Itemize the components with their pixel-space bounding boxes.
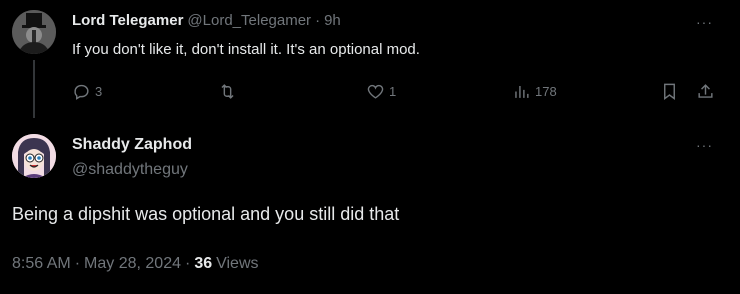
- like-button[interactable]: 1: [366, 82, 396, 101]
- thread-line: [33, 60, 35, 118]
- reply-count: 3: [95, 84, 103, 99]
- tweet-avatar[interactable]: [12, 134, 56, 178]
- views-button[interactable]: 178: [512, 82, 557, 101]
- tweet-views-label[interactable]: Views: [216, 255, 258, 273]
- tweet-handle[interactable]: @shaddytheguy: [72, 161, 188, 179]
- bookmark-button[interactable]: [660, 82, 679, 101]
- bookmark-icon: [664, 83, 675, 101]
- reply-display-name[interactable]: Lord Telegamer: [72, 12, 183, 29]
- tweet-date[interactable]: May 28, 2024: [84, 255, 181, 273]
- reply-handle[interactable]: @Lord_Telegamer: [187, 12, 311, 29]
- reply-more-icon[interactable]: ···: [696, 14, 713, 30]
- retweet-icon: [221, 84, 234, 99]
- top-hat-figure-image: [12, 10, 56, 54]
- reply-icon: [74, 84, 89, 100]
- like-icon: [367, 84, 384, 99]
- footer-separator: ·: [74, 255, 81, 272]
- cartoon-face-image: [12, 134, 56, 178]
- reply-separator: ·: [315, 12, 321, 29]
- reply-text: If you don't like it, don't install it. …: [72, 41, 420, 58]
- tweet-views-count[interactable]: 36: [194, 255, 212, 273]
- tweet-footer: 8:56 AM · May 28, 2024 · 36 Views: [12, 255, 259, 273]
- views-icon: [515, 85, 529, 98]
- like-count: 1: [389, 84, 397, 99]
- reply-button[interactable]: 3: [72, 82, 102, 101]
- reply-avatar[interactable]: [12, 10, 56, 54]
- share-button[interactable]: [696, 82, 715, 101]
- reply-timestamp[interactable]: 9h: [324, 12, 341, 29]
- share-icon: [698, 84, 713, 98]
- reply-header: Lord Telegamer @Lord_Telegamer · 9h: [72, 12, 341, 29]
- reply-action-bar: 3 1 178: [72, 82, 722, 106]
- tweet-more-icon[interactable]: ···: [696, 137, 713, 153]
- tweet-display-name[interactable]: Shaddy Zaphod: [72, 136, 192, 154]
- views-count: 178: [535, 84, 557, 99]
- tweet-time[interactable]: 8:56 AM: [12, 255, 71, 273]
- retweet-button[interactable]: [218, 82, 241, 101]
- footer-separator: ·: [184, 255, 191, 272]
- tweet-text: Being a dipshit was optional and you sti…: [12, 204, 400, 224]
